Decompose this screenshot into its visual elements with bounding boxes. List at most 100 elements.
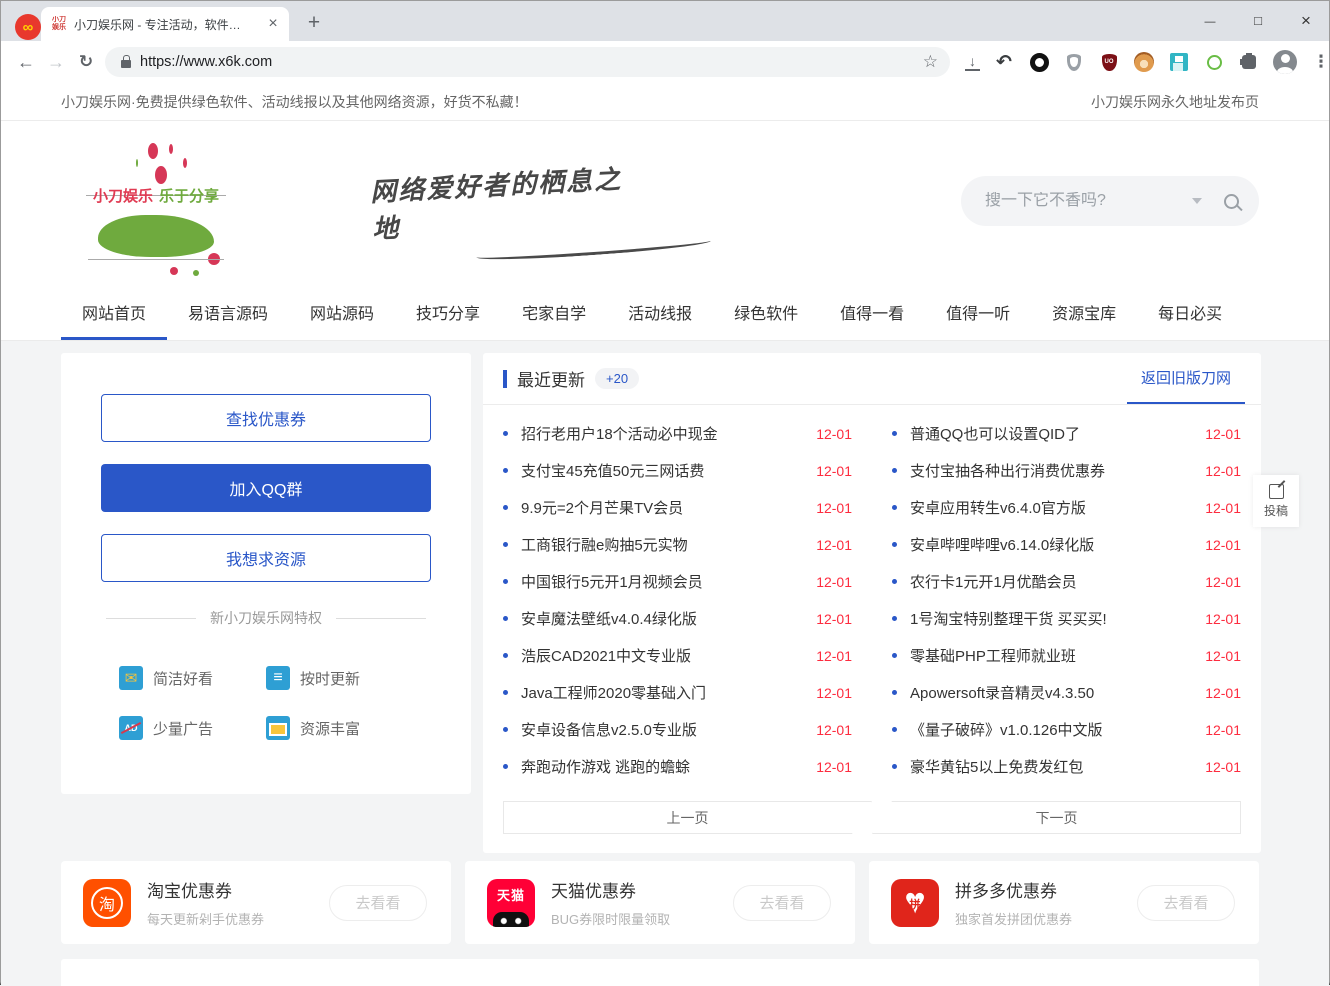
item-date: 12-01 xyxy=(816,685,852,701)
list-item[interactable]: 9.9元=2个月芒果TV会员 12-01 xyxy=(503,489,852,526)
list-item[interactable]: 安卓设备信息v2.5.0专业版 12-01 xyxy=(503,711,852,748)
lock-icon[interactable] xyxy=(121,60,131,68)
url-text[interactable]: https://www.x6k.com xyxy=(140,54,272,70)
nav-item[interactable]: 技巧分享 xyxy=(395,284,501,340)
new-tab-button[interactable] xyxy=(301,10,327,36)
omega-ring-icon[interactable] xyxy=(1203,51,1225,73)
item-date: 12-01 xyxy=(816,574,852,590)
search-bar[interactable] xyxy=(961,176,1259,226)
nav-item[interactable]: 每日必买 xyxy=(1137,284,1243,340)
feature-item: 简洁好看 xyxy=(119,666,266,690)
go-see-button[interactable]: 去看看 xyxy=(329,885,427,921)
list-item[interactable]: Apowersoft录音精灵v4.3.50 12-01 xyxy=(892,674,1241,711)
tab-close-icon[interactable] xyxy=(265,16,281,32)
infinity-badge-icon[interactable] xyxy=(15,14,41,40)
nav-item[interactable]: 宅家自学 xyxy=(501,284,607,340)
chevron-down-icon[interactable] xyxy=(1192,198,1202,204)
feature-icon xyxy=(266,666,290,690)
menu-dots-icon[interactable] xyxy=(1310,51,1330,73)
puzzle-icon[interactable] xyxy=(1238,51,1260,73)
list-item[interactable]: 豪华黄钻5以上免费发红包 12-01 xyxy=(892,748,1241,785)
slogan-underline xyxy=(476,235,711,263)
ublock-shield-icon[interactable] xyxy=(1098,51,1120,73)
list-item[interactable]: 招行老用户18个活动必中现金 12-01 xyxy=(503,415,852,452)
permanent-address-link[interactable]: 小刀娱乐网永久地址发布页 xyxy=(1091,92,1259,112)
go-see-button[interactable]: 去看看 xyxy=(733,885,831,921)
list-item[interactable]: 浩辰CAD2021中文专业版 12-01 xyxy=(503,637,852,674)
list-item[interactable]: 安卓魔法壁纸v4.0.4绿化版 12-01 xyxy=(503,600,852,637)
recent-updates-card: 最近更新 +20 返回旧版刀网 招行老用户18个活动必中现金 12-01 xyxy=(483,353,1261,853)
bullet-icon xyxy=(892,579,897,584)
sidebar-button[interactable]: 加入QQ群 xyxy=(101,464,431,512)
list-item[interactable]: 安卓应用转生v6.4.0官方版 12-01 xyxy=(892,489,1241,526)
notice-bar: 小刀娱乐网·免费提供绿色软件、活动线报以及其他网络资源，好货不私藏！ 小刀娱乐网… xyxy=(1,83,1329,121)
list-item[interactable]: 安卓哔哩哔哩v6.14.0绿化版 12-01 xyxy=(892,526,1241,563)
search-icon[interactable] xyxy=(1224,194,1239,209)
list-item[interactable]: 1号淘宝特别整理干货 买买买! 12-01 xyxy=(892,600,1241,637)
go-see-button[interactable]: 去看看 xyxy=(1137,885,1235,921)
list-item[interactable]: 支付宝抽各种出行消费优惠券 12-01 xyxy=(892,452,1241,489)
list-item[interactable]: 《量子破碎》v1.0.126中文版 12-01 xyxy=(892,711,1241,748)
edit-icon xyxy=(1269,484,1284,499)
coupon-card: 天猫 天猫优惠券 BUG券限时限量领取 去看看 xyxy=(465,861,855,944)
nav-item[interactable]: 活动线报 xyxy=(607,284,713,340)
bullet-icon xyxy=(503,542,508,547)
bullet-icon xyxy=(503,505,508,510)
shield-icon[interactable] xyxy=(1063,51,1085,73)
back-icon[interactable] xyxy=(11,47,41,77)
item-date: 12-01 xyxy=(1205,574,1241,590)
bookmark-star-icon[interactable] xyxy=(923,52,938,72)
window-maximize-icon[interactable] xyxy=(1251,12,1265,30)
item-date: 12-01 xyxy=(1205,537,1241,553)
ring-icon[interactable] xyxy=(1028,51,1050,73)
reload-icon[interactable] xyxy=(71,47,101,77)
feature-item: 少量广告 xyxy=(119,716,266,740)
sidebar-button[interactable]: 查找优惠券 xyxy=(101,394,431,442)
logo-line xyxy=(88,259,224,260)
list-item[interactable]: 工商银行融e购抽5元实物 12-01 xyxy=(503,526,852,563)
download-icon[interactable] xyxy=(965,53,980,71)
extension-icons xyxy=(965,50,1330,74)
search-input[interactable] xyxy=(985,192,1192,210)
list-item[interactable]: 中国银行5元开1月视频会员 12-01 xyxy=(503,563,852,600)
nav-item[interactable]: 网站首页 xyxy=(61,284,167,340)
save-floppy-icon[interactable] xyxy=(1168,51,1190,73)
bullet-icon xyxy=(892,431,897,436)
nav-item[interactable]: 值得一听 xyxy=(925,284,1031,340)
nav-item[interactable]: 值得一看 xyxy=(819,284,925,340)
list-item[interactable]: 零基础PHP工程师就业班 12-01 xyxy=(892,637,1241,674)
bullet-icon xyxy=(503,431,508,436)
coupon-desc: 独家首发拼团优惠券 xyxy=(955,909,1072,928)
tampermonkey-icon[interactable] xyxy=(1133,51,1155,73)
bullet-icon xyxy=(503,764,508,769)
tab-favicon: 小刀娱乐 xyxy=(51,16,67,32)
list-item[interactable]: 农行卡1元开1月优酷会员 12-01 xyxy=(892,563,1241,600)
address-bar[interactable]: https://www.x6k.com xyxy=(105,47,950,77)
nav-item[interactable]: 资源宝库 xyxy=(1031,284,1137,340)
privilege-divider: 新小刀娱乐网特权 xyxy=(61,608,471,628)
nav-item[interactable]: 易语言源码 xyxy=(167,284,289,340)
coupon-card: 拼 拼多多优惠券 独家首发拼团优惠券 去看看 xyxy=(869,861,1259,944)
recent-list-right: 普通QQ也可以设置QID了 12-01 支付宝抽各种出行消费优惠券 12-01 xyxy=(892,415,1241,785)
profile-avatar-icon[interactable] xyxy=(1273,50,1297,74)
recent-list-left: 招行老用户18个活动必中现金 12-01 支付宝45充值50元三网话费 12-0… xyxy=(503,415,852,785)
site-logo[interactable]: 小刀娱乐 乐于分享 xyxy=(86,137,226,269)
nav-item[interactable]: 绿色软件 xyxy=(713,284,819,340)
list-item[interactable]: Java工程师2020零基础入门 12-01 xyxy=(503,674,852,711)
sidebar-card: 查找优惠券 加入QQ群 我想求资源 新小刀娱乐网特权 xyxy=(61,353,471,794)
list-item[interactable]: 普通QQ也可以设置QID了 12-01 xyxy=(892,415,1241,452)
old-version-link[interactable]: 返回旧版刀网 xyxy=(1127,353,1245,404)
list-item[interactable]: 支付宝45充值50元三网话费 12-01 xyxy=(503,452,852,489)
window-close-icon[interactable] xyxy=(1299,11,1313,31)
forward-icon xyxy=(41,47,71,77)
idm-arrow-icon[interactable] xyxy=(993,51,1015,73)
submit-post-fab[interactable]: 投稿 xyxy=(1253,475,1299,527)
list-item[interactable]: 奔跑动作游戏 逃跑的蟾蜍 12-01 xyxy=(503,748,852,785)
sidebar-button[interactable]: 我想求资源 xyxy=(101,534,431,582)
prev-page-button[interactable]: 上一页 xyxy=(503,801,872,834)
nav-item[interactable]: 网站源码 xyxy=(289,284,395,340)
next-page-button[interactable]: 下一页 xyxy=(872,801,1241,834)
browser-tab[interactable]: 小刀娱乐 小刀娱乐网 - 专注活动，软件，教 xyxy=(41,7,289,41)
window-minimize-icon[interactable] xyxy=(1203,12,1217,30)
bullet-icon xyxy=(503,579,508,584)
